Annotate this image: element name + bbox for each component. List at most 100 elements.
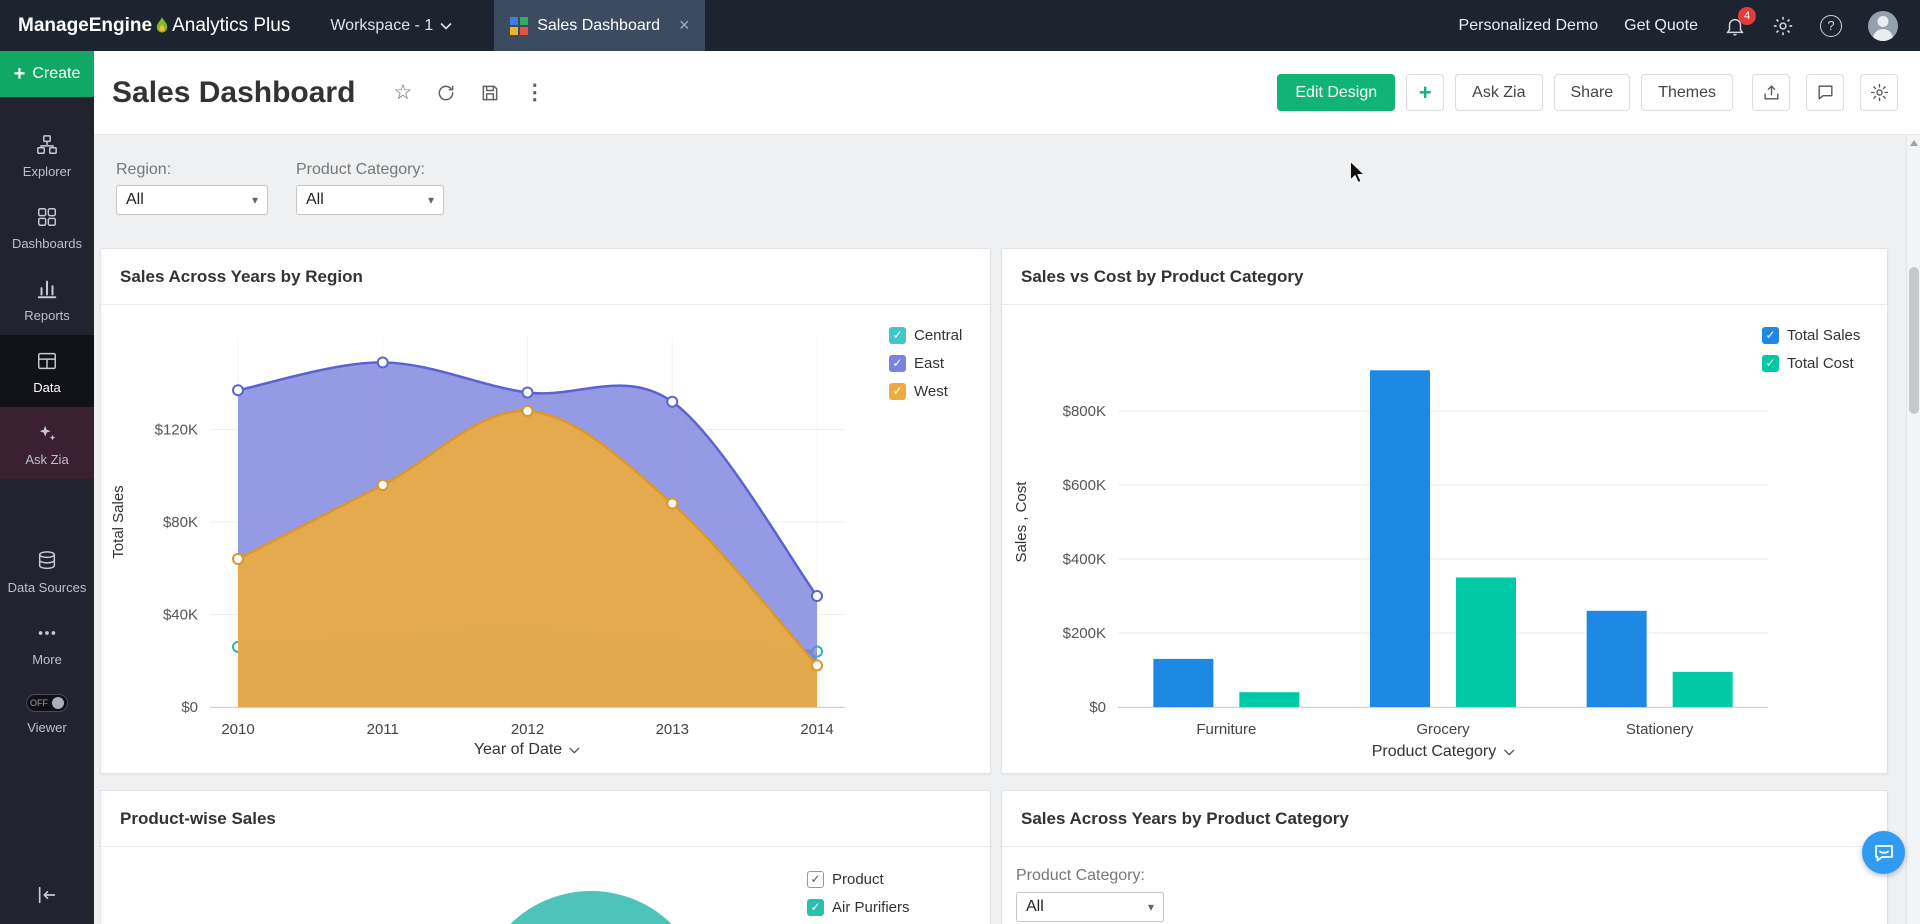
sidebar-item-ask-zia[interactable]: Ask Zia [0, 407, 94, 479]
card-product-wise-sales: Product-wise Sales ✓ Product ✓ Air Purif… [100, 790, 991, 924]
dashboard-settings-button[interactable] [1860, 74, 1898, 111]
favorite-star-icon[interactable]: ☆ [393, 80, 412, 105]
get-quote-link[interactable]: Get Quote [1624, 17, 1698, 35]
category-filter-dropdown[interactable]: All ▾ [296, 185, 444, 215]
question-icon: ? [1827, 18, 1834, 33]
edit-design-button[interactable]: Edit Design [1277, 74, 1395, 111]
sidebar-label: Ask Zia [25, 452, 68, 467]
sidebar-label: More [32, 652, 62, 667]
card-category-filter-dropdown[interactable]: All ▾ [1016, 892, 1164, 922]
close-icon[interactable]: × [679, 15, 690, 36]
brand-logo[interactable]: ManageEngine Analytics Plus [0, 15, 304, 37]
zia-sparkle-icon [36, 422, 58, 444]
legend-label: East [914, 355, 944, 372]
svg-text:Stationery: Stationery [1626, 721, 1694, 738]
card-sales-across-years-by-product-category: Sales Across Years by Product Category P… [1001, 790, 1888, 924]
area-chart: $0$40K$80K$120K20102011201220132014Total… [105, 315, 985, 765]
checkbox-checked-icon: ✓ [1762, 355, 1779, 372]
header-actions: Edit Design + Ask Zia Share Themes [1277, 74, 1898, 111]
chat-fab-button[interactable] [1862, 831, 1905, 874]
card-title: Sales vs Cost by Product Category [1002, 249, 1887, 305]
caret-down-icon: ▾ [428, 193, 434, 207]
gear-icon [1772, 15, 1794, 37]
legend-label: Total Sales [1787, 327, 1860, 344]
kebab-menu-icon[interactable]: ⋮ [524, 80, 545, 105]
export-button[interactable] [1752, 74, 1790, 111]
svg-text:2011: 2011 [367, 721, 399, 738]
reports-icon [36, 278, 58, 300]
legend-item-east[interactable]: ✓ East [889, 355, 962, 372]
toggle-off-label: OFF [30, 698, 48, 708]
svg-text:$400K: $400K [1063, 551, 1106, 568]
more-dots-icon [36, 622, 58, 644]
notifications-button[interactable]: 4 [1724, 15, 1746, 37]
legend-label: West [914, 383, 948, 400]
save-icon[interactable] [480, 83, 500, 103]
dashboard-grid-icon [510, 17, 528, 35]
sidebar-item-viewer[interactable]: OFF Viewer [0, 679, 94, 747]
database-icon [36, 550, 58, 572]
legend-label: Central [914, 327, 962, 344]
chat-bubble-icon [1872, 841, 1896, 865]
help-button[interactable]: ? [1820, 15, 1842, 37]
notification-badge: 4 [1738, 7, 1756, 25]
workspace-selector[interactable]: Workspace - 1 [330, 17, 452, 35]
vertical-scrollbar[interactable] [1906, 135, 1920, 924]
sidebar-item-dashboards[interactable]: Dashboards [0, 191, 94, 263]
card-sales-across-years-by-region: Sales Across Years by Region $0$40K$80K$… [100, 248, 991, 774]
svg-text:$200K: $200K [1063, 625, 1106, 642]
x-axis-dropdown-product-category[interactable]: Product Category [1372, 743, 1515, 761]
personalized-demo-link[interactable]: Personalized Demo [1459, 17, 1599, 35]
title-toolbar: ☆ ⋮ [393, 80, 545, 105]
sidebar-collapse-button[interactable] [0, 868, 94, 924]
settings-button-top[interactable] [1772, 15, 1794, 37]
region-filter-dropdown[interactable]: All ▾ [116, 185, 268, 215]
caret-down-icon: ▾ [1148, 900, 1154, 914]
sidebar-label: Reports [24, 308, 70, 323]
card-sales-vs-cost-by-product-category: Sales vs Cost by Product Category $0 $200… [1001, 248, 1888, 774]
scroll-up-arrow-icon[interactable] [1910, 140, 1918, 146]
comments-button[interactable] [1806, 74, 1844, 111]
create-button[interactable]: + Create [0, 51, 94, 97]
add-widget-button[interactable]: + [1406, 74, 1444, 111]
card-title: Sales Across Years by Region [101, 249, 990, 305]
svg-text:$0: $0 [1089, 699, 1106, 716]
chart-legend: ✓ Total Sales ✓ Total Cost [1762, 327, 1860, 372]
ask-zia-button[interactable]: Ask Zia [1455, 74, 1542, 111]
checkbox-checked-icon: ✓ [889, 383, 906, 400]
export-icon [1762, 83, 1781, 102]
viewer-toggle[interactable]: OFF [26, 694, 68, 712]
toggle-knob-icon [52, 697, 64, 709]
sidebar-item-data-sources[interactable]: Data Sources [0, 535, 94, 607]
legend-item-air-purifiers[interactable]: ✓ Air Purifiers [807, 899, 910, 916]
refresh-icon[interactable] [436, 83, 456, 103]
svg-text:$120K: $120K [155, 422, 198, 439]
tab-sales-dashboard[interactable]: Sales Dashboard × [494, 0, 705, 51]
page-title: Sales Dashboard [112, 76, 355, 110]
share-button[interactable]: Share [1554, 74, 1631, 111]
gear-icon [1870, 83, 1889, 102]
sidebar-item-more[interactable]: More [0, 607, 94, 679]
scrollbar-thumb[interactable] [1909, 267, 1919, 414]
checkbox-icon: ✓ [807, 871, 824, 888]
legend-item-product[interactable]: ✓ Product [807, 871, 910, 888]
x-axis-dropdown-year-of-date[interactable]: Year of Date [474, 741, 580, 759]
chevron-down-icon [1503, 749, 1514, 756]
legend-item-central[interactable]: ✓ Central [889, 327, 962, 344]
create-label: Create [32, 65, 80, 83]
brand-analytics-plus: Analytics Plus [172, 15, 290, 37]
brand-manageengine: ManageEngine [18, 15, 152, 37]
themes-button[interactable]: Themes [1641, 74, 1733, 111]
svg-text:2013: 2013 [656, 721, 689, 738]
sidebar-item-reports[interactable]: Reports [0, 263, 94, 335]
legend-item-total-sales[interactable]: ✓ Total Sales [1762, 327, 1860, 344]
legend-item-west[interactable]: ✓ West [889, 383, 962, 400]
sidebar-item-data[interactable]: Data [0, 335, 94, 407]
svg-text:$40K: $40K [163, 607, 198, 624]
sidebar-label: Data Sources [8, 580, 87, 595]
sidebar-item-explorer[interactable]: Explorer [0, 119, 94, 191]
legend-item-total-cost[interactable]: ✓ Total Cost [1762, 355, 1860, 372]
x-axis-label: Product Category [1372, 743, 1497, 761]
dashboards-icon [36, 206, 58, 228]
user-avatar[interactable] [1868, 11, 1898, 41]
